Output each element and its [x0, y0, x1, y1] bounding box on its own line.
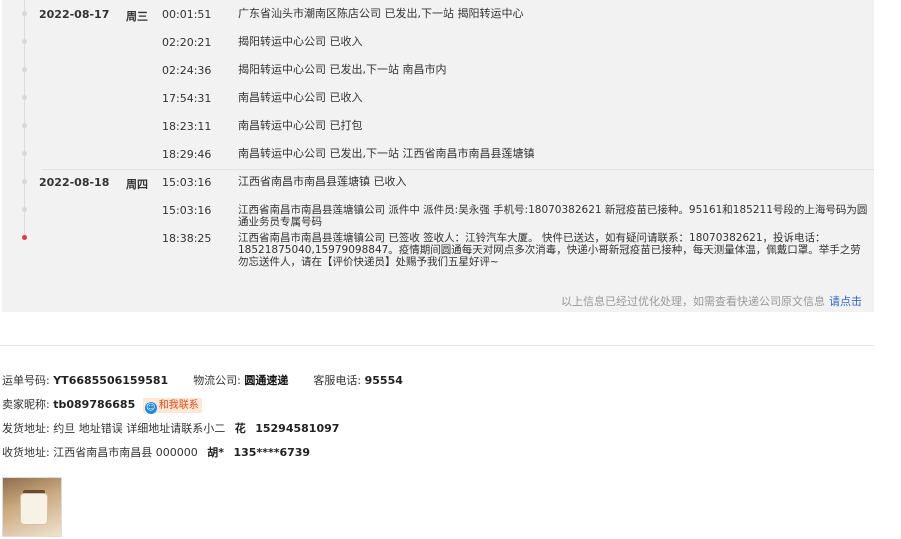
event-time: 18:23:11 — [162, 120, 212, 133]
timeline-line — [24, 0, 25, 236]
event-desc: 江西省南昌市南昌县莲塘镇公司 已签收 签收人：江铃汽车大厦。 快件已送达，如有疑… — [238, 232, 861, 268]
timeline-dot-current — [22, 235, 27, 240]
seller-row: 卖家昵称: tb089786685 ☺ 和我联系 — [2, 396, 202, 414]
ship-address: 约旦 地址错误 详细地址请联系小二 — [53, 422, 226, 435]
ship-address-label: 发货地址: — [2, 422, 50, 435]
event-desc: 广东省汕头市潮南区陈店公司 已发出,下一站 揭阳转运中心 — [238, 7, 524, 20]
event-desc: 南昌转运中心公司 已发出,下一站 江西省南昌市南昌县莲塘镇 — [238, 147, 535, 160]
event-desc: 江西省南昌市南昌县莲塘镇公司 派件中 派件员:吴永强 手机号:180703826… — [238, 204, 868, 228]
section-divider — [0, 345, 874, 346]
timeline-dot — [22, 151, 27, 156]
timeline-dot — [22, 67, 27, 72]
chat-icon: ☺ — [144, 401, 157, 414]
logistics-company: 圆通速递 — [244, 374, 289, 387]
contact-seller-label: 和我联系 — [158, 399, 199, 411]
event-desc: 南昌转运中心公司 已收入 — [238, 91, 363, 104]
view-original-link[interactable]: 请点击 — [829, 295, 862, 308]
event-date: 2022-08-17 — [39, 8, 110, 21]
event-time: 02:24:36 — [162, 64, 212, 77]
seller-label: 卖家昵称: — [2, 398, 50, 411]
receive-address-row: 收货地址: 江西省南昌市南昌县 000000 胡* 135****6739 — [2, 444, 310, 460]
event-time: 02:20:21 — [162, 36, 212, 49]
optimization-note: 以上信息已经过优化处理，如需查看快递公司原文信息 请点击 — [561, 293, 862, 309]
receiver-phone: 135****6739 — [233, 446, 311, 459]
ship-address-row: 发货地址: 约旦 地址错误 详细地址请联系小二 花 15294581097 — [2, 420, 339, 436]
event-desc: 揭阳转运中心公司 已收入 — [238, 35, 363, 48]
event-time: 15:03:16 — [162, 204, 212, 217]
event-weekday: 周四 — [126, 178, 148, 191]
event-time: 18:29:46 — [162, 148, 212, 161]
waybill-row: 运单号码: YT6685506159581 物流公司: 圆通速递 客服电话: 9… — [2, 372, 403, 388]
event-time: 15:03:16 — [162, 176, 212, 189]
event-time: 18:38:25 — [162, 232, 212, 245]
event-time: 00:01:51 — [162, 8, 212, 21]
event-weekday: 周三 — [126, 10, 148, 23]
timeline-dot — [22, 95, 27, 100]
timeline-dot — [22, 39, 27, 44]
event-date: 2022-08-18 — [39, 176, 110, 189]
contact-seller-button[interactable]: ☺ 和我联系 — [142, 397, 202, 414]
timeline-dot — [22, 11, 27, 16]
product-thumbnail[interactable] — [2, 477, 62, 537]
waybill-label: 运单号码: — [2, 374, 50, 387]
waybill-number: YT6685506159581 — [53, 374, 169, 387]
receive-address-label: 收货地址: — [2, 446, 50, 459]
ship-phone: 15294581097 — [255, 422, 340, 435]
service-phone-label: 客服电话: — [313, 374, 362, 387]
receive-address: 江西省南昌市南昌县 000000 — [53, 446, 198, 459]
event-desc: 江西省南昌市南昌县莲塘镇 已收入 — [238, 175, 407, 188]
event-time: 17:54:31 — [162, 92, 212, 105]
timeline-dot — [22, 207, 27, 212]
event-desc: 揭阳转运中心公司 已发出,下一站 南昌市内 — [238, 63, 447, 76]
tracking-panel: 2022-08-17 周三 00:01:51 广东省汕头市潮南区陈店公司 已发出… — [2, 0, 874, 312]
receiver-name: 胡* — [207, 446, 224, 459]
timeline-dot — [22, 123, 27, 128]
seller-nickname: tb089786685 — [53, 398, 136, 411]
ship-name: 花 — [234, 422, 246, 435]
timeline-dot — [22, 179, 27, 184]
date-divider — [42, 169, 874, 170]
note-text: 以上信息已经过优化处理，如需查看快递公司原文信息 — [561, 295, 825, 308]
product-box — [21, 494, 47, 524]
service-phone: 95554 — [364, 374, 403, 387]
event-desc: 南昌转运中心公司 已打包 — [238, 119, 363, 132]
logistics-label: 物流公司: — [193, 374, 241, 387]
